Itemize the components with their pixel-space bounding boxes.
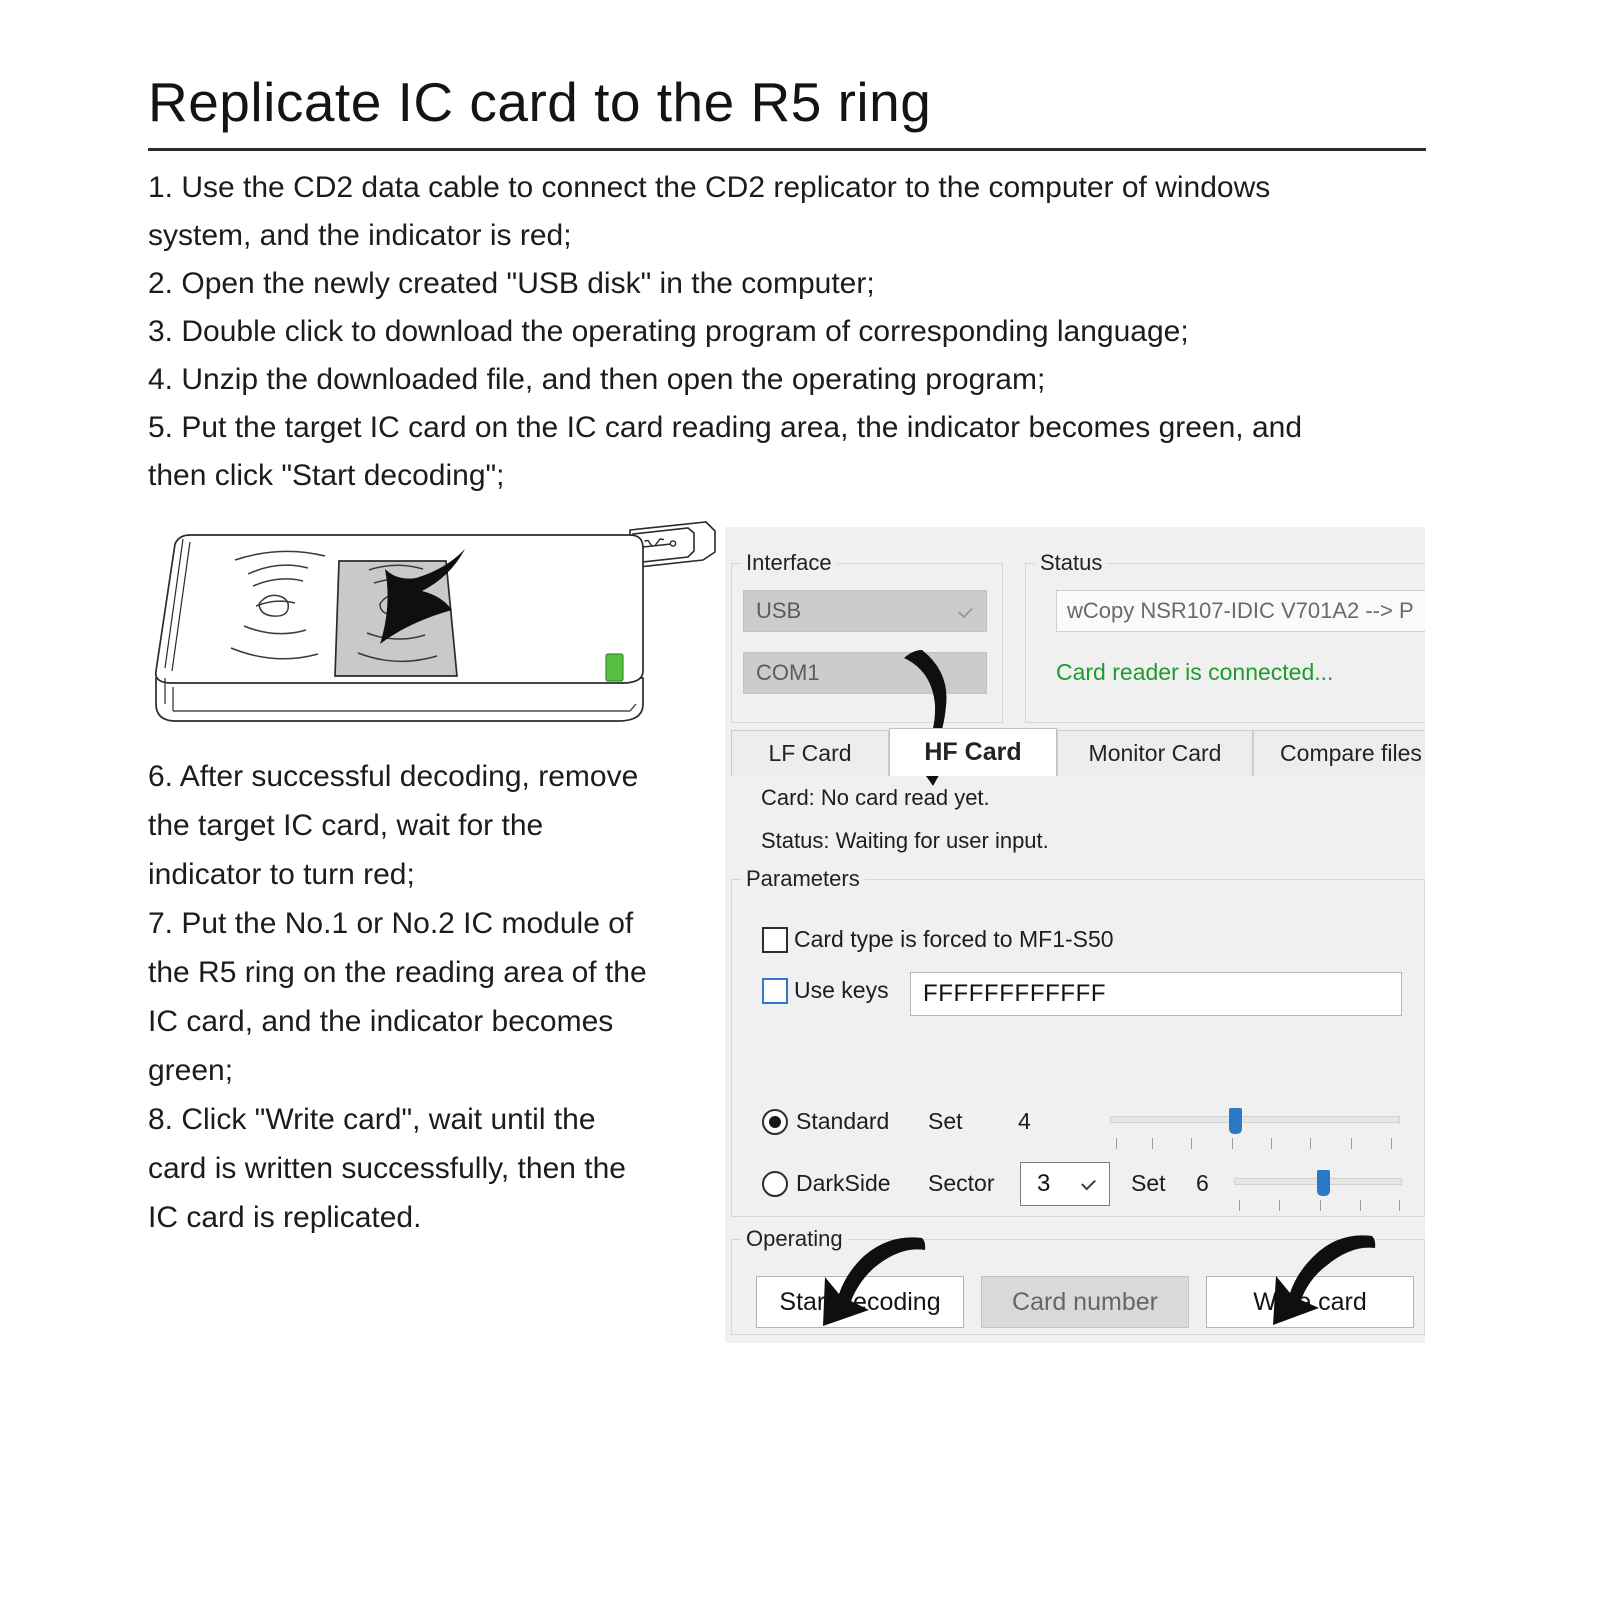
tab-lf-card[interactable]: LF Card (731, 730, 889, 776)
title-divider (148, 148, 1426, 151)
page-title: Replicate IC card to the R5 ring (148, 71, 932, 133)
slider-ticks (1234, 1200, 1402, 1211)
button-label: Card number (1012, 1287, 1158, 1316)
com-port-value: COM1 (756, 660, 820, 685)
parameters-group: Parameters Card type is forced to MF1-S5… (731, 866, 1425, 1217)
keys-input[interactable]: FFFFFFFFFFFF (910, 972, 1402, 1016)
start-decoding-button[interactable]: Start decoding (756, 1276, 964, 1328)
force-card-type-label: Card type is forced to MF1-S50 (794, 926, 1114, 952)
slider-thumb[interactable] (1228, 1108, 1242, 1134)
tab-monitor-card[interactable]: Monitor Card (1057, 730, 1253, 776)
connection-type-value: USB (756, 598, 802, 623)
use-keys-label: Use keys (794, 977, 889, 1003)
standard-mode-radio[interactable] (762, 1108, 788, 1135)
page-root: Replicate IC card to the R5 ring 1. Use … (0, 0, 1600, 1600)
card-number-button[interactable]: Card number (981, 1276, 1189, 1328)
instruction-line: the R5 ring on the reading area of the (148, 956, 647, 989)
standard-mode-label: Standard (796, 1108, 890, 1134)
standard-set-label: Set (928, 1108, 963, 1134)
darkside-mode-label: DarkSide (796, 1170, 891, 1196)
operating-group: Operating Start decoding Card number Wri… (731, 1226, 1425, 1335)
chevron-down-icon (1081, 1175, 1096, 1191)
instruction-line: 6. After successful decoding, remove (148, 760, 639, 793)
instruction-line: then click "Start decoding"; (148, 459, 505, 492)
instruction-line: 4. Unzip the downloaded file, and then o… (148, 363, 1046, 396)
interface-group-label: Interface (741, 550, 837, 576)
connection-type-select[interactable]: USB (743, 590, 987, 632)
device-info-value: wCopy NSR107-IDIC V701A2 --> P (1067, 598, 1414, 623)
instruction-line: IC card is replicated. (148, 1201, 422, 1234)
standard-set-value: 4 (1018, 1108, 1031, 1134)
status-group: Status wCopy NSR107-IDIC V701A2 --> P Ca… (1025, 550, 1425, 723)
darkside-mode-radio[interactable] (762, 1170, 788, 1197)
tabstrip: LF Card HF Card Monitor Card Compare fil… (731, 728, 1425, 776)
instruction-line: 8. Click "Write card", wait until the (148, 1103, 596, 1136)
instruction-line: system, and the indicator is red; (148, 219, 572, 252)
slider-thumb[interactable] (1317, 1170, 1331, 1196)
write-card-button[interactable]: Write card (1206, 1276, 1414, 1328)
force-card-type-checkbox[interactable] (762, 926, 788, 953)
instruction-line: indicator to turn red; (148, 858, 415, 891)
parameters-group-label: Parameters (741, 866, 865, 892)
standard-mode-row[interactable]: Standard (762, 1108, 889, 1135)
darkside-set-slider[interactable] (1234, 1170, 1402, 1212)
instruction-line: IC card, and the indicator becomes (148, 1005, 614, 1038)
slider-ticks (1110, 1138, 1400, 1149)
tab-label: LF Card (768, 740, 852, 766)
instruction-line: 3. Double click to download the operatin… (148, 315, 1189, 348)
interface-group: Interface USB COM1 (731, 550, 1003, 723)
status-led-indicator (605, 653, 624, 682)
darkside-sector-select[interactable]: 3 (1020, 1162, 1110, 1206)
tab-label: Monitor Card (1088, 740, 1222, 766)
button-label: Start decoding (779, 1287, 941, 1316)
instruction-line: 2. Open the newly created "USB disk" in … (148, 267, 875, 300)
status-info-line: Status: Waiting for user input. (761, 828, 1049, 853)
keys-value: FFFFFFFFFFFF (923, 980, 1107, 1007)
slider-track (1110, 1116, 1400, 1123)
standard-set-slider[interactable] (1110, 1108, 1400, 1150)
instruction-line: green; (148, 1054, 234, 1087)
status-group-label: Status (1035, 550, 1108, 576)
instructions-bottom: 6. After successful decoding, remove the… (148, 752, 718, 1242)
darkside-sector-label: Sector (928, 1170, 995, 1196)
instruction-line: 1. Use the CD2 data cable to connect the… (148, 171, 1271, 204)
connection-status-message: Card reader is connected... (1056, 659, 1334, 685)
instruction-line: card is written successfully, then the (148, 1152, 626, 1185)
cd2-replicator-illustration (143, 508, 718, 733)
tab-label: Compare files (1280, 740, 1422, 766)
darkside-set-value: 6 (1196, 1170, 1209, 1196)
instruction-line: the target IC card, wait for the (148, 809, 544, 842)
darkside-sector-value: 3 (1037, 1170, 1051, 1197)
card-info-line: Card: No card read yet. (761, 785, 990, 810)
force-card-type-row[interactable]: Card type is forced to MF1-S50 (762, 926, 1114, 953)
tab-compare-files[interactable]: Compare files (1253, 730, 1425, 776)
instruction-line: 7. Put the No.1 or No.2 IC module of (148, 907, 634, 940)
tab-hf-card[interactable]: HF Card (889, 728, 1057, 776)
device-info-field[interactable]: wCopy NSR107-IDIC V701A2 --> P (1056, 590, 1425, 632)
darkside-set-label: Set (1131, 1170, 1166, 1196)
button-label: Write card (1253, 1287, 1367, 1316)
darkside-mode-row[interactable]: DarkSide (762, 1170, 891, 1197)
com-port-select[interactable]: COM1 (743, 652, 987, 694)
use-keys-row[interactable]: Use keys (762, 977, 889, 1004)
instructions-top: 1. Use the CD2 data cable to connect the… (148, 164, 1433, 500)
tab-label: HF Card (924, 738, 1022, 766)
instruction-line: 5. Put the target IC card on the IC card… (148, 411, 1303, 444)
operating-group-label: Operating (741, 1226, 848, 1252)
chevron-down-icon (958, 603, 973, 619)
wcopy-app-window: Interface USB COM1 Status wCopy NSR107-I… (725, 527, 1425, 1343)
use-keys-checkbox[interactable] (762, 977, 788, 1004)
